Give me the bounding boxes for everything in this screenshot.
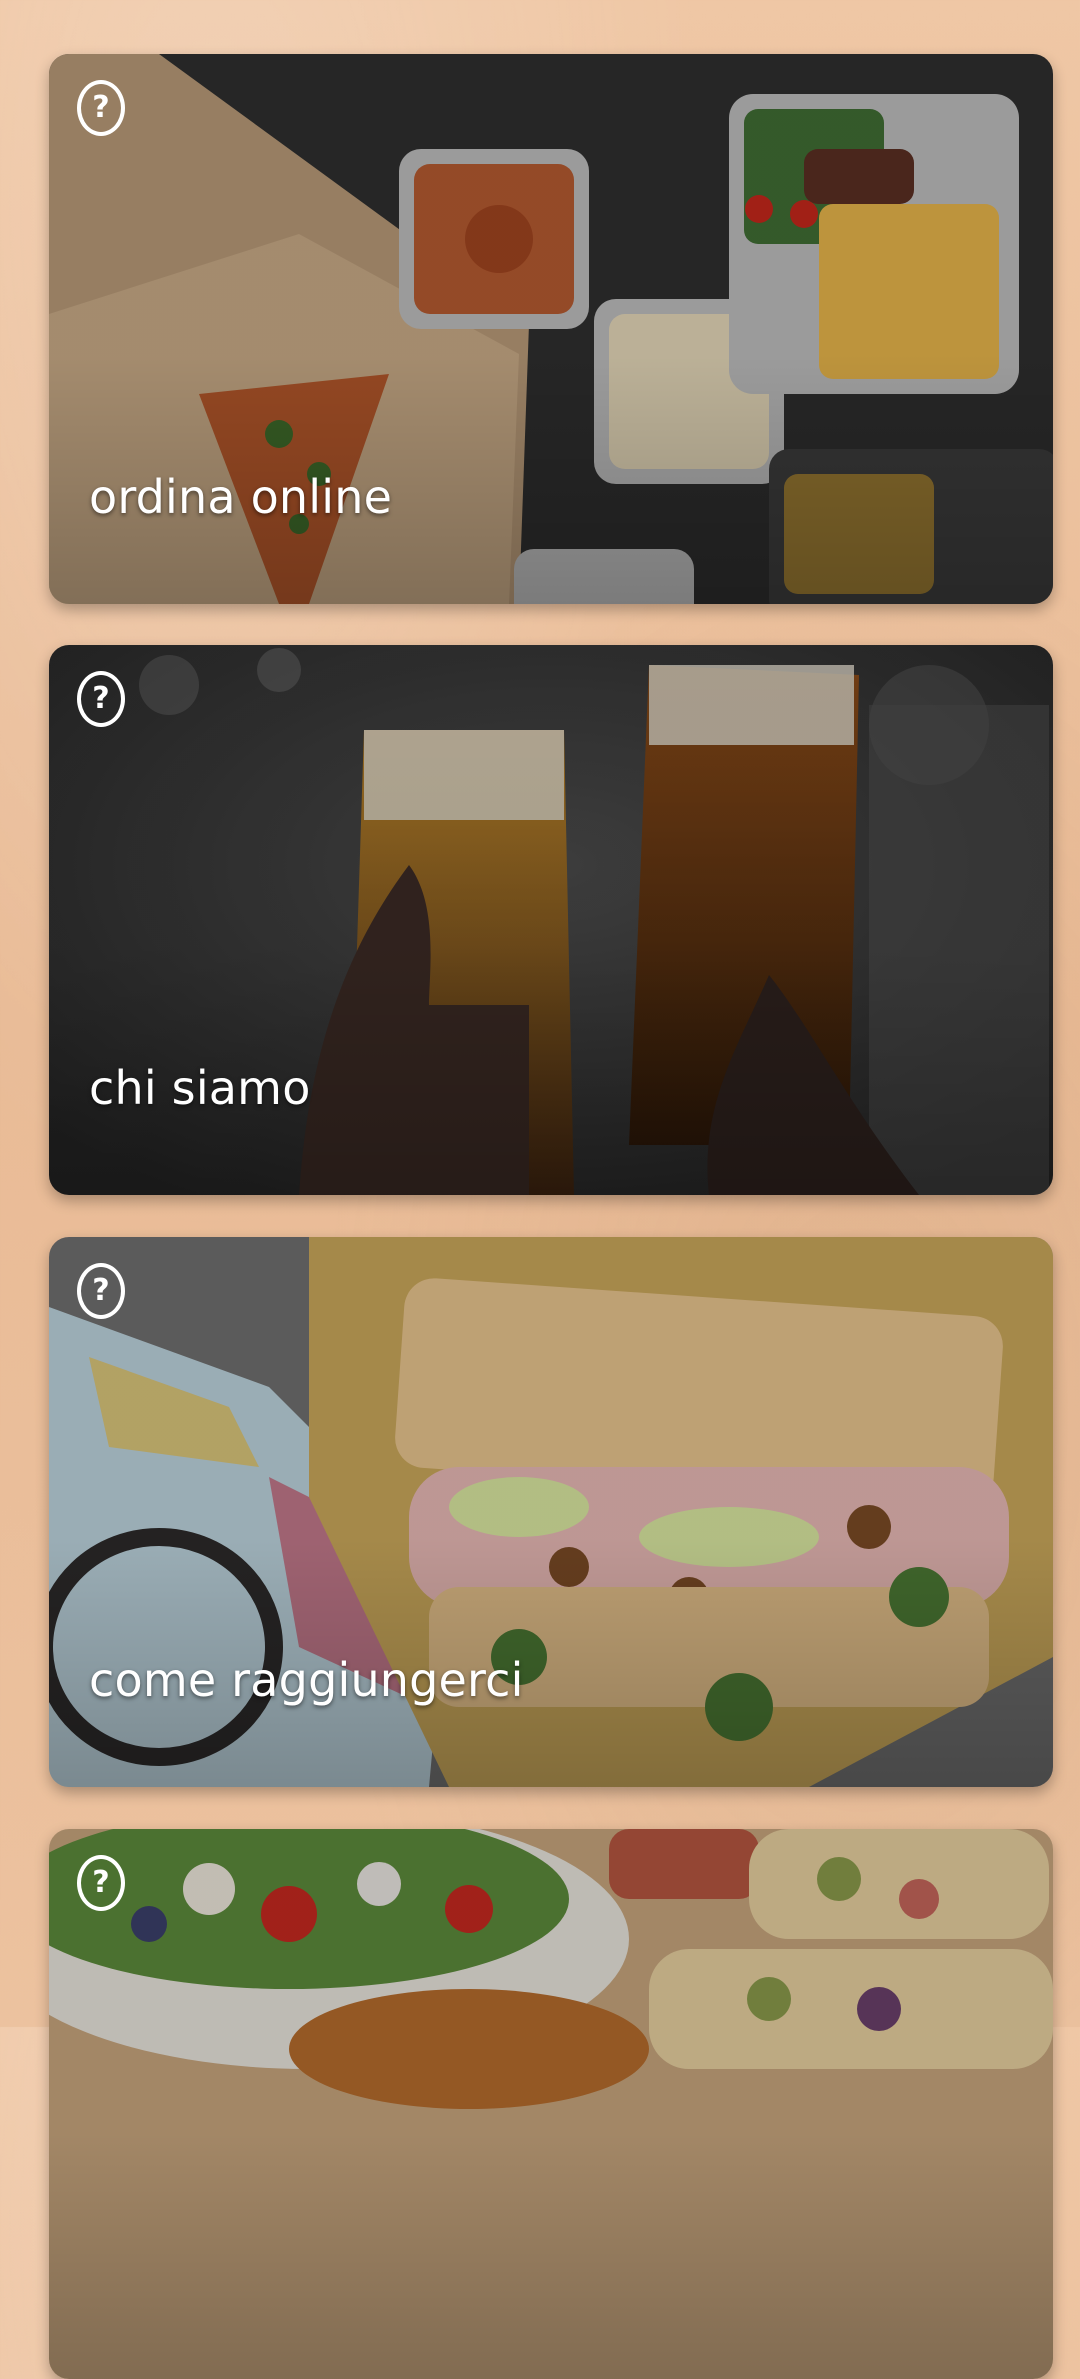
card-fourth[interactable]: ? (49, 1829, 1053, 2379)
card-overlay (49, 1829, 1053, 2379)
card-chi-siamo[interactable]: ? chi siamo (49, 645, 1053, 1195)
card-ordina-online[interactable]: ? ordina online (49, 54, 1053, 604)
help-icon[interactable]: ? (77, 671, 125, 727)
card-come-raggiungerci[interactable]: ? come raggiungerci (49, 1237, 1053, 1787)
help-icon[interactable]: ? (77, 1263, 125, 1319)
card-title-ordina-online: ordina online (89, 470, 393, 524)
help-icon[interactable]: ? (77, 1855, 125, 1911)
card-title-chi-siamo: chi siamo (89, 1061, 311, 1115)
card-title-come-raggiungerci: come raggiungerci (89, 1653, 524, 1707)
help-icon[interactable]: ? (77, 80, 125, 136)
